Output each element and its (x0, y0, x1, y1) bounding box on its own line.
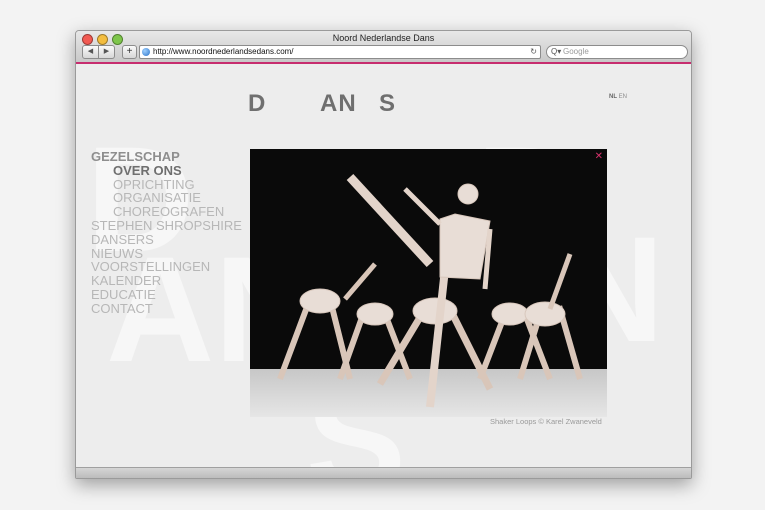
browser-window: Noord Nederlandse Dans ◀ ▶ + http://www.… (75, 30, 692, 479)
page-content: D AN S D N D AN S NL EN GEZELSCHAP OVER … (76, 64, 691, 468)
menu-item-oprichting[interactable]: OPRICHTING (91, 177, 242, 192)
globe-icon (142, 48, 150, 56)
lang-nl-link[interactable]: NL (609, 94, 617, 100)
menu-item-voorstellingen[interactable]: VOORSTELLINGEN (91, 260, 242, 274)
language-switch: NL EN (609, 94, 627, 100)
search-placeholder: Google (563, 47, 589, 56)
main-menu: GEZELSCHAP OVER ONS OPRICHTING ORGANISAT… (91, 150, 242, 316)
nav-buttons: ◀ ▶ (82, 45, 115, 59)
menu-item-dansers[interactable]: DANSERS (91, 232, 242, 247)
forward-button[interactable]: ▶ (99, 45, 115, 59)
menu-item-kalender[interactable]: KALENDER (91, 274, 242, 288)
back-button[interactable]: ◀ (82, 45, 99, 59)
address-bar[interactable]: http://www.noordnederlandsedans.com/ ↻ (139, 45, 541, 59)
menu-item-nieuws[interactable]: NIEUWS (91, 246, 242, 261)
title-bar: Noord Nederlandse Dans ◀ ▶ + http://www.… (76, 31, 691, 63)
menu-item-contact[interactable]: CONTACT (91, 301, 242, 316)
menu-item-organisatie[interactable]: ORGANISATIE (91, 191, 242, 205)
dance-photo: ✕ (250, 149, 607, 417)
dancers-illustration (277, 173, 583, 408)
menu-item-choreografen[interactable]: CHOREOGRAFEN (91, 205, 242, 219)
photo-caption: Shaker Loops © Karel Zwaneveld (490, 417, 602, 426)
reload-icon[interactable]: ↻ (530, 46, 537, 58)
close-photo-icon[interactable]: ✕ (595, 151, 603, 162)
url-text: http://www.noordnederlandsedans.com/ (153, 47, 294, 56)
logo-letter-s[interactable]: S (379, 90, 396, 118)
menu-item-gezelschap[interactable]: GEZELSCHAP (91, 150, 242, 164)
logo-letter-d[interactable]: D (248, 90, 266, 118)
search-field[interactable]: Q▾ Google (546, 45, 688, 59)
toolbar: ◀ ▶ + http://www.noordnederlandsedans.co… (80, 44, 688, 60)
window-title: Noord Nederlandse Dans (332, 33, 435, 43)
lang-en-link[interactable]: EN (619, 94, 627, 100)
menu-item-stephen-shropshire[interactable]: STEPHEN SHROPSHIRE (91, 219, 242, 233)
status-bar (76, 467, 691, 478)
menu-item-over-ons[interactable]: OVER ONS (91, 163, 242, 178)
search-icon[interactable]: Q▾ (551, 46, 561, 58)
menu-item-educatie[interactable]: EDUCATIE (91, 288, 242, 302)
add-bookmark-button[interactable]: + (122, 45, 137, 59)
logo-letters-an[interactable]: AN (320, 90, 357, 118)
